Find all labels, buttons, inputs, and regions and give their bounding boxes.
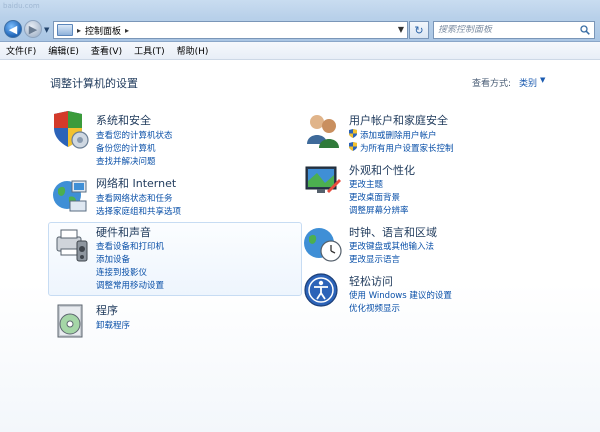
link-change-input-method[interactable]: 更改键盘或其他输入法: [349, 240, 434, 252]
category-user-accounts: 用户帐户和家庭安全 添加或删除用户帐户 为所有用户设置家长控制: [303, 110, 563, 156]
link-troubleshoot[interactable]: 查找并解决问题: [96, 155, 156, 167]
menu-file[interactable]: 文件(F): [0, 42, 42, 59]
forward-button[interactable]: ▶: [24, 20, 42, 38]
view-by-arrow-icon[interactable]: ▼: [540, 76, 545, 84]
uac-shield-icon: [349, 142, 357, 151]
link-change-theme[interactable]: 更改主题: [349, 178, 383, 190]
recent-pages-dropdown[interactable]: ▼: [44, 26, 49, 34]
network-globe-icon[interactable]: [50, 175, 90, 215]
link-connect-projector[interactable]: 连接到投影仪: [96, 266, 147, 278]
page-title: 调整计算机的设置: [50, 77, 138, 90]
back-button[interactable]: ◀: [4, 20, 22, 38]
category-clock-language-region: 时钟、语言和区域 更改键盘或其他输入法 更改显示语言: [303, 223, 563, 269]
link-add-device[interactable]: 添加设备: [96, 253, 130, 265]
appearance-monitor-icon[interactable]: [303, 161, 343, 201]
refresh-icon: ↻: [414, 23, 424, 37]
category-title-system-security[interactable]: 系统和安全: [96, 112, 151, 128]
link-change-desktop-background[interactable]: 更改桌面背景: [349, 191, 400, 203]
search-box[interactable]: [433, 21, 595, 39]
category-programs: 程序 卸载程序: [50, 300, 300, 344]
breadcrumb-control-panel[interactable]: 控制面板: [85, 24, 121, 37]
category-appearance: 外观和个性化 更改主题 更改桌面背景 调整屏幕分辨率: [303, 161, 563, 219]
control-panel-content: 调整计算机的设置 查看方式: 类别 ▼ 系统和安全 查看您的计算机状态 备份您的…: [0, 60, 600, 432]
menu-help[interactable]: 帮助(H): [171, 42, 215, 59]
link-view-computer-status[interactable]: 查看您的计算机状态: [96, 129, 173, 141]
link-optimize-video-display[interactable]: 优化视频显示: [349, 302, 400, 314]
category-title-appearance[interactable]: 外观和个性化: [349, 162, 415, 178]
printer-speaker-icon[interactable]: [51, 225, 91, 265]
breadcrumb-separator[interactable]: ▸: [77, 26, 81, 35]
link-adjust-resolution[interactable]: 调整屏幕分辨率: [349, 204, 409, 216]
link-homegroup-sharing[interactable]: 选择家庭组和共享选项: [96, 205, 181, 217]
category-title-hardware-sound[interactable]: 硬件和声音: [96, 224, 151, 240]
category-network-internet: 网络和 Internet 查看网络状态和任务 选择家庭组和共享选项: [50, 173, 300, 218]
view-by-label: 查看方式:: [472, 79, 512, 89]
link-mobility-settings[interactable]: 调整常用移动设置: [96, 279, 164, 291]
refresh-button[interactable]: ↻: [409, 21, 429, 39]
category-title-clock-language-region[interactable]: 时钟、语言和区域: [349, 224, 437, 240]
link-view-network-status[interactable]: 查看网络状态和任务: [96, 192, 173, 204]
ease-of-access-icon[interactable]: [303, 272, 343, 312]
menu-view[interactable]: 查看(V): [85, 42, 128, 59]
link-windows-recommended-settings[interactable]: 使用 Windows 建议的设置: [349, 289, 452, 301]
category-ease-of-access: 轻松访问 使用 Windows 建议的设置 优化视频显示: [303, 272, 563, 318]
breadcrumb-separator-2[interactable]: ▸: [125, 26, 129, 35]
programs-disc-icon[interactable]: [50, 302, 90, 342]
category-title-ease-of-access[interactable]: 轻松访问: [349, 273, 393, 289]
back-arrow-icon: ◀: [8, 22, 18, 36]
title-address-bar: baidu.com ◀ ▶ ▼ ▸ 控制面板 ▸ ▼ ↻: [0, 0, 600, 42]
menu-edit[interactable]: 编辑(E): [42, 42, 85, 59]
category-system-security: 系统和安全 查看您的计算机状态 备份您的计算机 查找并解决问题: [50, 110, 300, 170]
menu-bar: 文件(F) 编辑(E) 查看(V) 工具(T) 帮助(H): [0, 42, 600, 60]
link-add-remove-users[interactable]: 添加或删除用户帐户: [360, 129, 437, 141]
uac-shield-icon: [349, 129, 357, 138]
link-devices-printers[interactable]: 查看设备和打印机: [96, 240, 164, 252]
link-uninstall-program[interactable]: 卸载程序: [96, 319, 130, 331]
category-title-user-accounts[interactable]: 用户帐户和家庭安全: [349, 112, 448, 128]
clock-globe-icon[interactable]: [303, 223, 343, 263]
address-dropdown-icon[interactable]: ▼: [398, 25, 404, 34]
view-by-dropdown[interactable]: 类别: [519, 76, 537, 89]
link-change-display-language[interactable]: 更改显示语言: [349, 253, 400, 265]
category-title-programs[interactable]: 程序: [96, 302, 118, 318]
forward-arrow-icon: ▶: [28, 22, 38, 36]
search-icon[interactable]: [580, 25, 590, 35]
address-bar[interactable]: ▸ 控制面板 ▸ ▼: [53, 21, 408, 39]
watermark-text: baidu.com: [3, 2, 40, 10]
control-panel-icon: [57, 24, 73, 36]
menu-tools[interactable]: 工具(T): [128, 42, 171, 59]
search-input[interactable]: [434, 25, 574, 35]
link-backup-computer[interactable]: 备份您的计算机: [96, 142, 156, 154]
category-title-network-internet[interactable]: 网络和 Internet: [96, 175, 176, 191]
user-accounts-icon[interactable]: [303, 110, 343, 150]
category-hardware-sound: 硬件和声音 查看设备和打印机 添加设备 连接到投影仪 调整常用移动设置: [48, 222, 302, 296]
link-parental-controls[interactable]: 为所有用户设置家长控制: [360, 142, 454, 154]
shield-computer-icon[interactable]: [50, 110, 90, 150]
